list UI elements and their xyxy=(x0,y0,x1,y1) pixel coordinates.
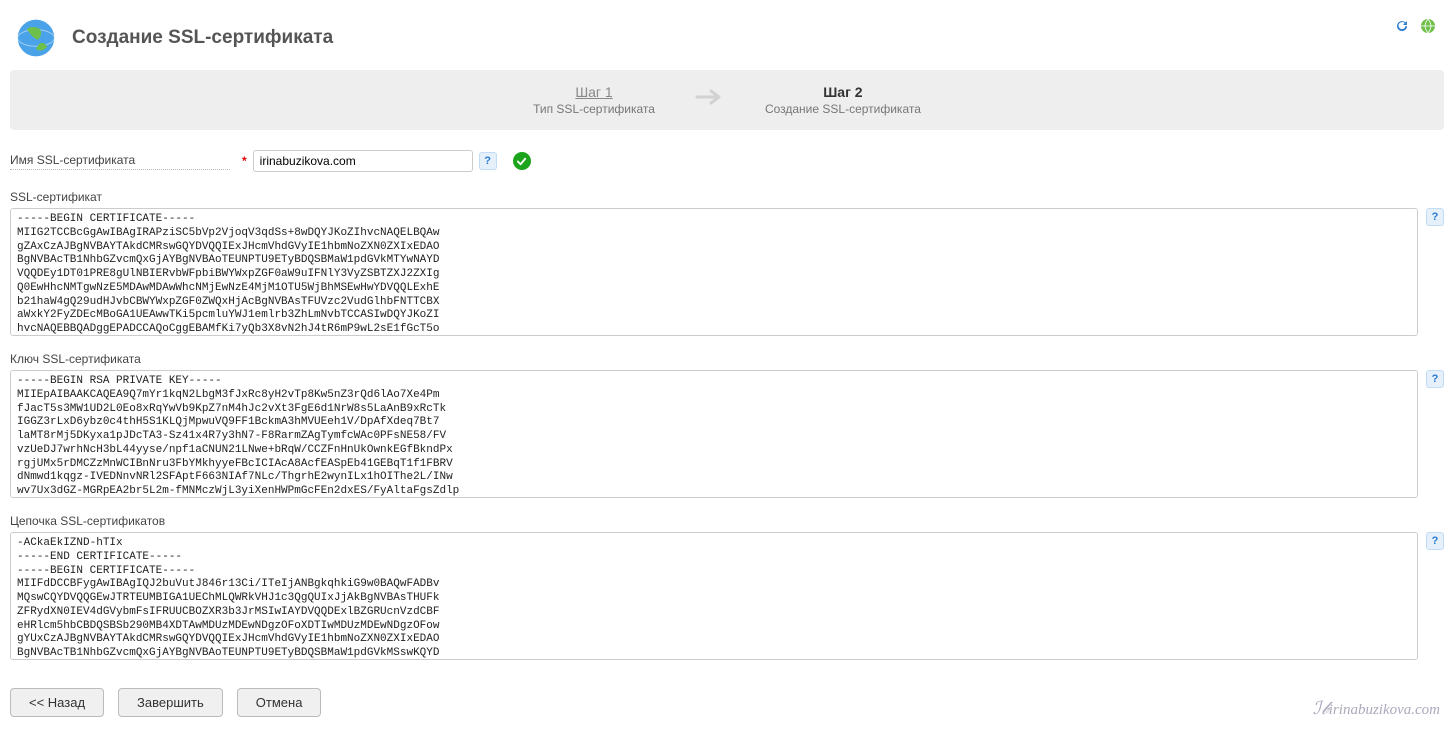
step2-subtitle: Создание SSL-сертификата xyxy=(765,102,921,116)
check-icon xyxy=(513,152,531,170)
page-header: Создание SSL-сертификата xyxy=(10,10,1444,70)
help-globe-icon[interactable] xyxy=(1420,18,1436,37)
help-icon[interactable]: ? xyxy=(1426,532,1444,550)
step2-title: Шаг 2 xyxy=(765,84,921,100)
action-buttons: << Назад Завершить Отмена xyxy=(10,688,1444,717)
step1-title[interactable]: Шаг 1 xyxy=(533,84,655,100)
ssl-cert-label: SSL-сертификат xyxy=(10,190,1444,204)
required-mark: * xyxy=(242,154,247,168)
watermark: ℐ𝒷irinabuzikova.com xyxy=(1313,698,1440,719)
arrow-right-icon xyxy=(695,88,725,112)
cert-name-input[interactable] xyxy=(253,150,473,172)
globe-icon xyxy=(14,16,58,60)
wizard-steps: Шаг 1 Тип SSL-сертификата Шаг 2 Создание… xyxy=(10,70,1444,130)
ssl-chain-textarea[interactable] xyxy=(10,532,1418,660)
help-icon[interactable]: ? xyxy=(1426,208,1444,226)
cert-name-row: Имя SSL-сертификата * ? xyxy=(10,150,1444,172)
wizard-step-1[interactable]: Шаг 1 Тип SSL-сертификата xyxy=(533,84,655,116)
help-icon[interactable]: ? xyxy=(1426,370,1444,388)
cancel-button[interactable]: Отмена xyxy=(237,688,322,717)
finish-button[interactable]: Завершить xyxy=(118,688,223,717)
help-icon[interactable]: ? xyxy=(479,152,497,170)
page-title: Создание SSL-сертификата xyxy=(72,27,333,49)
back-button[interactable]: << Назад xyxy=(10,688,104,717)
step1-subtitle: Тип SSL-сертификата xyxy=(533,102,655,116)
ssl-chain-label: Цепочка SSL-сертификатов xyxy=(10,514,1444,528)
wizard-step-2: Шаг 2 Создание SSL-сертификата xyxy=(765,84,921,116)
ssl-cert-block: SSL-сертификат ? xyxy=(10,190,1444,336)
ssl-chain-block: Цепочка SSL-сертификатов ? xyxy=(10,514,1444,660)
cert-name-label: Имя SSL-сертификата xyxy=(10,153,230,170)
ssl-key-label: Ключ SSL-сертификата xyxy=(10,352,1444,366)
ssl-key-block: Ключ SSL-сертификата ? xyxy=(10,352,1444,498)
ssl-key-textarea[interactable] xyxy=(10,370,1418,498)
refresh-icon[interactable] xyxy=(1394,18,1410,37)
ssl-cert-textarea[interactable] xyxy=(10,208,1418,336)
header-actions xyxy=(1394,18,1436,37)
